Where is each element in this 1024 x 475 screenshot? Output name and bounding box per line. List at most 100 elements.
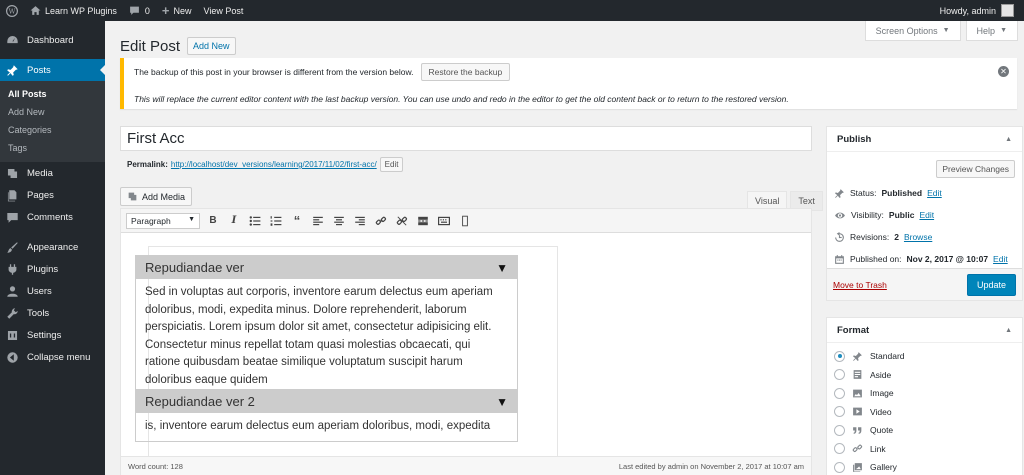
revisions-icon — [835, 231, 844, 242]
post-title-input[interactable]: First Acc — [120, 126, 812, 151]
edit-status-link[interactable]: Edit — [927, 188, 942, 198]
pages-icon — [7, 189, 17, 201]
wordpress-logo-icon[interactable]: W — [0, 0, 24, 21]
editor-content[interactable]: Repudiandae ver ▼ Sed in voluptas aut co… — [121, 233, 811, 456]
radio-button[interactable] — [834, 369, 845, 381]
screen-options-button[interactable]: Screen Options ▼ — [864, 21, 961, 41]
sidebar-item-dashboard[interactable]: Dashboard — [0, 29, 105, 51]
submenu-all-posts[interactable]: All Posts — [0, 85, 105, 103]
format-option-label: Gallery — [870, 462, 897, 473]
view-post-link[interactable]: View Post — [198, 0, 250, 21]
sidebar-item-posts[interactable]: Posts — [0, 59, 105, 81]
revisions-label: Revisions: — [850, 232, 890, 242]
site-name-link[interactable]: Learn WP Plugins — [24, 0, 123, 21]
accordion-item: Repudiandae ver 2 ▼ is, inventore earum … — [135, 389, 518, 442]
submenu-categories[interactable]: Categories — [0, 121, 105, 139]
align-center-icon[interactable] — [331, 213, 347, 229]
caret-down-icon: ▼ — [942, 27, 950, 34]
sidebar-item-settings[interactable]: Settings — [0, 324, 105, 346]
collapse-menu-button[interactable]: Collapse menu — [0, 346, 105, 368]
sidebar-item-label: Plugins — [27, 263, 59, 275]
sidebar-item-media[interactable]: Media — [0, 162, 105, 184]
radio-button[interactable] — [834, 387, 845, 399]
radio-button[interactable] — [834, 424, 845, 436]
quote-icon — [853, 426, 862, 434]
format-option-aside[interactable]: Aside — [827, 366, 1022, 385]
submenu-tags[interactable]: Tags — [0, 139, 105, 157]
sidebar-item-comments[interactable]: Comments — [0, 206, 105, 228]
edit-slug-button[interactable]: Edit — [379, 157, 404, 172]
edit-date-link[interactable]: Edit — [993, 254, 1008, 264]
permalink-url[interactable]: http://localhost/dev_versions/learning/2… — [171, 160, 377, 169]
link-icon — [852, 444, 863, 453]
comment-count: 0 — [144, 5, 150, 16]
accordion-header[interactable]: Repudiandae ver ▼ — [136, 256, 517, 279]
update-button[interactable]: Update — [966, 273, 1016, 296]
align-right-icon[interactable] — [352, 213, 368, 229]
format-select[interactable]: Paragraph ▼ — [126, 212, 200, 229]
last-edited: Last edited by admin on November 2, 2017… — [618, 461, 804, 471]
format-option-quote[interactable]: Quote — [827, 421, 1022, 440]
accordion-title: Repudiandae ver 2 — [145, 394, 255, 409]
comments-link[interactable]: 0 — [123, 0, 156, 21]
screen-options-label: Screen Options — [875, 25, 938, 36]
edit-visibility-link[interactable]: Edit — [919, 210, 934, 220]
permalink-base: http://localhost/dev_versions/learning/2… — [170, 160, 347, 169]
post-revisions: Revisions: 2 Browse — [827, 226, 1022, 248]
sidebar-item-tools[interactable]: Tools — [0, 302, 105, 324]
sidebar-item-appearance[interactable]: Appearance — [0, 236, 105, 258]
bold-icon[interactable]: B — [205, 213, 221, 229]
notice-detail: This will replace the current editor con… — [134, 94, 789, 104]
format-option-label: Quote — [870, 425, 894, 436]
format-box-header[interactable]: Format ▲ — [827, 318, 1022, 343]
accordion-header[interactable]: Repudiandae ver 2 ▼ — [136, 390, 517, 413]
format-option-standard[interactable]: Standard — [827, 347, 1022, 366]
pushpin-icon — [835, 188, 844, 198]
unlink-icon[interactable] — [394, 213, 410, 229]
dismiss-icon[interactable]: ✕ — [998, 66, 1009, 77]
blockquote-icon[interactable]: “ — [289, 213, 305, 229]
radio-button[interactable] — [834, 443, 845, 455]
fullscreen-icon[interactable] — [457, 213, 473, 229]
caret-up-icon[interactable]: ▲ — [1005, 136, 1012, 143]
permalink: Permalink: http://localhost/dev_versions… — [127, 157, 404, 172]
format-option-link[interactable]: Link — [827, 440, 1022, 459]
format-option-gallery[interactable]: Gallery — [827, 458, 1022, 475]
italic-icon[interactable]: I — [226, 213, 242, 229]
numbered-list-icon[interactable] — [268, 213, 284, 229]
help-button[interactable]: Help ▼ — [965, 21, 1018, 41]
format-option-video[interactable]: Video — [827, 403, 1022, 422]
move-to-trash-link[interactable]: Move to Trash — [833, 280, 887, 290]
my-account[interactable]: Howdy, admin — [940, 4, 1024, 17]
sidebar-item-pages[interactable]: Pages — [0, 184, 105, 206]
new-label: New — [173, 5, 192, 16]
format-option-label: Aside — [870, 369, 892, 380]
comment-icon — [129, 6, 139, 15]
video-icon — [853, 407, 862, 416]
visibility-value: Public — [888, 210, 915, 220]
browse-revisions-link[interactable]: Browse — [904, 232, 932, 242]
submenu-add-new[interactable]: Add New — [0, 103, 105, 121]
caret-up-icon[interactable]: ▲ — [1005, 327, 1012, 334]
link-icon[interactable] — [373, 213, 389, 229]
accordion-item: Repudiandae ver ▼ Sed in voluptas aut co… — [135, 255, 518, 395]
add-media-button[interactable]: Add Media — [120, 187, 193, 206]
align-left-icon[interactable] — [310, 213, 326, 229]
permalink-label: Permalink: — [127, 160, 168, 169]
publish-box-header[interactable]: Publish ▲ — [827, 127, 1022, 152]
keyboard-icon[interactable] — [436, 213, 452, 229]
add-new-button[interactable]: Add New — [187, 37, 236, 55]
preview-changes-button[interactable]: Preview Changes — [936, 160, 1015, 178]
radio-button[interactable] — [834, 406, 845, 418]
radio-button[interactable] — [834, 350, 845, 362]
bulleted-list-icon[interactable] — [247, 213, 263, 229]
radio-button[interactable] — [834, 461, 845, 473]
pushpin-icon — [7, 64, 18, 76]
sidebar-item-label: Pages — [27, 189, 54, 201]
format-option-image[interactable]: Image — [827, 384, 1022, 403]
restore-backup-button[interactable]: Restore the backup — [420, 62, 511, 81]
read-more-icon[interactable] — [415, 213, 431, 229]
new-content-link[interactable]: + New — [156, 0, 198, 21]
sidebar-item-users[interactable]: Users — [0, 280, 105, 302]
sidebar-item-plugins[interactable]: Plugins — [0, 258, 105, 280]
